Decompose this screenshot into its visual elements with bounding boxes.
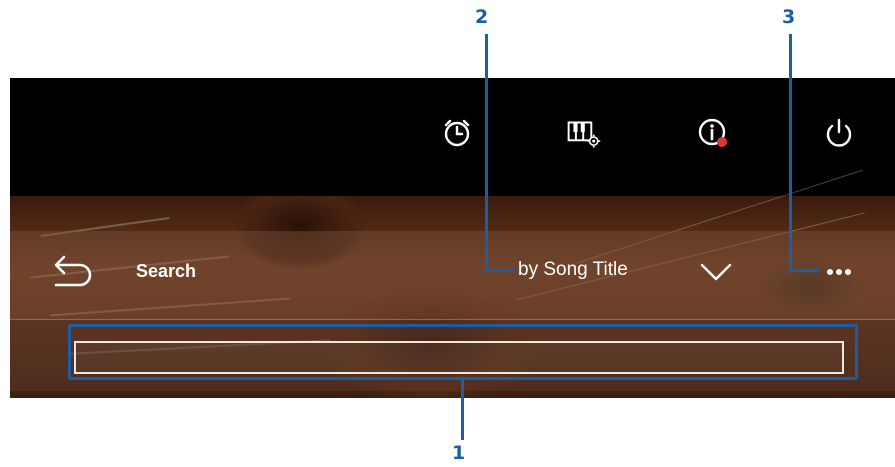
callout-number-3: 3 (782, 6, 796, 28)
more-dot-icon (827, 269, 833, 275)
callout-2-leader-line-horizontal (485, 269, 515, 272)
top-toolbar (10, 78, 895, 196)
back-arrow-icon (54, 255, 92, 287)
chevron-down-icon[interactable] (696, 257, 736, 285)
callout-number-1: 1 (452, 442, 466, 464)
callout-2-leader-line (485, 34, 488, 272)
more-dot-icon (836, 269, 842, 275)
more-dot-icon (845, 269, 851, 275)
keyboard-settings-icon[interactable] (567, 116, 601, 150)
sort-mode-label[interactable]: by Song Title (518, 259, 628, 281)
callout-number-2: 2 (475, 6, 489, 28)
callout-3-leader-line-horizontal (789, 269, 819, 272)
power-icon[interactable] (822, 116, 856, 150)
back-button[interactable] (50, 251, 100, 295)
info-icon[interactable] (696, 116, 730, 150)
search-header-bar: Search by Song Title (10, 231, 895, 319)
more-options-button[interactable] (820, 255, 858, 289)
callout-3-leader-line (789, 34, 792, 272)
alarm-clock-icon[interactable] (440, 116, 474, 150)
page-title: Search (136, 261, 197, 281)
callout-1-leader-line (461, 380, 464, 440)
callout-1-highlight-box (68, 324, 858, 380)
